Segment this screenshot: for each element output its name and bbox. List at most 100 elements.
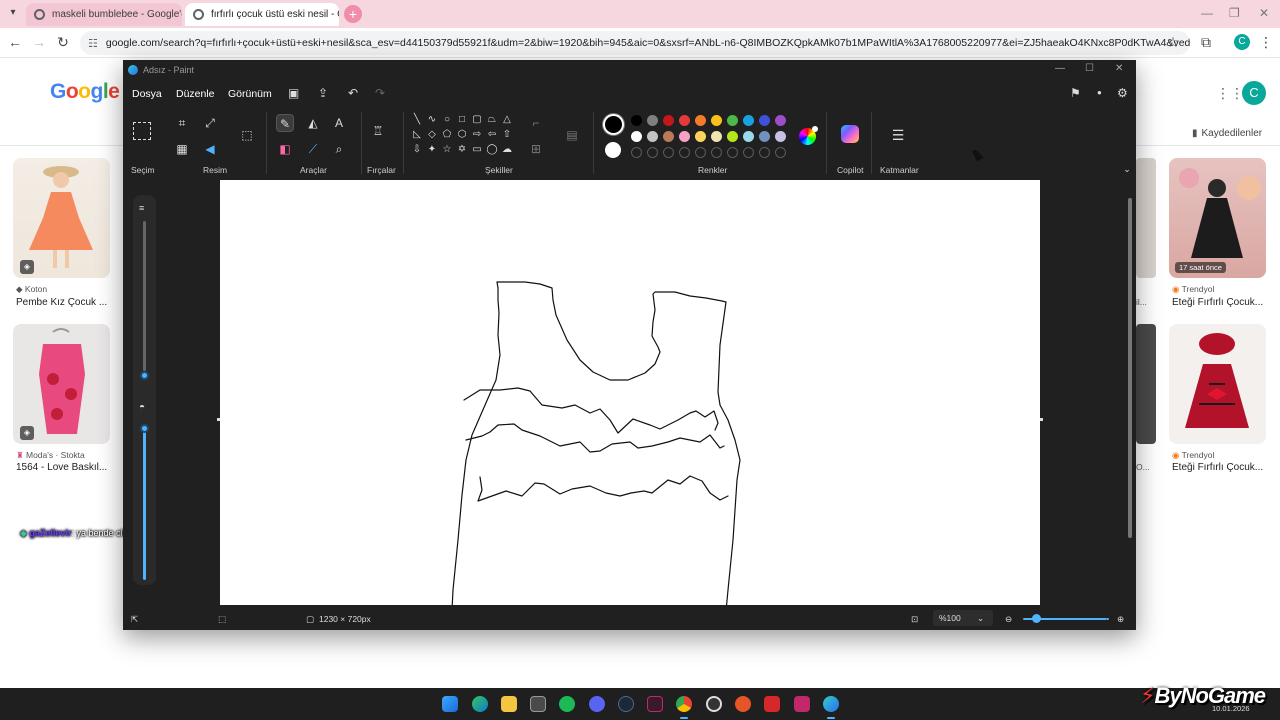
layers-icon[interactable]: ☰ [889, 126, 907, 144]
rectangle-shape-icon[interactable]: □ [456, 114, 468, 126]
color-swatch[interactable] [759, 115, 770, 126]
discord-icon[interactable] [589, 696, 605, 712]
color-swatch[interactable] [695, 115, 706, 126]
microsoft-store-icon[interactable] [530, 696, 546, 712]
size-slider-knob[interactable] [140, 371, 149, 380]
brush-icon[interactable]: ♖ [369, 122, 387, 140]
zoom-out-icon[interactable]: ⊖ [1005, 614, 1012, 625]
copilot-icon[interactable] [841, 125, 859, 143]
color-swatch[interactable] [711, 115, 722, 126]
result-source[interactable]: ◉ Trendyol [1172, 284, 1214, 295]
profile-avatar[interactable]: C [1234, 34, 1250, 50]
custom-color-slot[interactable] [679, 147, 690, 158]
paint-taskbar-icon[interactable] [823, 696, 839, 712]
partial-result-image[interactable] [1136, 324, 1156, 444]
crop-icon[interactable]: ⌗ [173, 114, 191, 132]
canvas-resize-handle[interactable] [217, 418, 220, 421]
size-slider-track[interactable] [143, 221, 146, 371]
custom-color-slot[interactable] [711, 147, 722, 158]
oval-shape-icon[interactable]: ○ [441, 114, 453, 126]
text-tool-icon[interactable]: A [330, 114, 348, 132]
file-explorer-icon[interactable] [501, 696, 517, 712]
back-arrow-icon[interactable]: ← [7, 34, 23, 50]
six-point-star-icon[interactable]: ✡ [456, 144, 468, 156]
right-triangle-shape-icon[interactable]: ◺ [411, 129, 423, 141]
color-swatch[interactable] [663, 115, 674, 126]
five-point-star-icon[interactable]: ☆ [441, 144, 453, 156]
color-swatch[interactable] [711, 131, 722, 142]
opacity-slider-track[interactable] [143, 425, 146, 580]
partial-result-title[interactable]: il... [1136, 297, 1147, 307]
pentagon-shape-icon[interactable]: ⬠ [441, 129, 453, 141]
result-title[interactable]: Eteği Fırfırlı Çocuk... [1172, 297, 1263, 308]
curve-shape-icon[interactable]: ∿ [426, 114, 438, 126]
spotify-icon[interactable] [559, 696, 575, 712]
result-image[interactable] [1169, 158, 1266, 278]
paint-minimize-icon[interactable]: — [1055, 63, 1065, 74]
shape-outline-icon[interactable]: ⌐ [527, 114, 545, 132]
custom-color-slot[interactable] [727, 147, 738, 158]
magnifier-icon[interactable]: ⌕ [330, 140, 348, 158]
opacity-slider-knob[interactable] [140, 424, 149, 433]
partial-result-title[interactable]: O... [1136, 462, 1150, 472]
feedback-icon[interactable]: ⚑ [1070, 86, 1081, 100]
streaming-app-icon[interactable] [764, 696, 780, 712]
rounded-callout-icon[interactable]: ▭ [471, 144, 483, 156]
zoom-slider-knob[interactable] [1032, 614, 1041, 623]
shape-border-size-icon[interactable]: ▤ [563, 126, 581, 144]
color-swatch[interactable] [775, 131, 786, 142]
color-swatch[interactable] [775, 115, 786, 126]
chrome-icon[interactable] [676, 696, 692, 712]
line-shape-icon[interactable]: ╲ [411, 114, 423, 126]
result-image[interactable] [1169, 324, 1266, 444]
shape-fill-icon[interactable]: ⊞ [527, 140, 545, 158]
secondary-color-swatch[interactable] [605, 142, 621, 158]
edit-colors-icon[interactable] [799, 126, 818, 145]
result-source[interactable]: ◉ Trendyol [1172, 450, 1214, 461]
hexagon-shape-icon[interactable]: ⬡ [456, 129, 468, 141]
oval-callout-icon[interactable]: ◯ [486, 144, 498, 156]
canvas-resize-handle[interactable] [1040, 418, 1043, 421]
minimize-icon[interactable]: — [1201, 6, 1213, 20]
rotate-icon[interactable]: ◀ [201, 140, 219, 158]
color-swatch[interactable] [759, 131, 770, 142]
color-swatch[interactable] [727, 115, 738, 126]
google-account-avatar[interactable]: C [1242, 81, 1266, 105]
restore-icon[interactable]: ❐ [1229, 6, 1240, 20]
up-arrow-shape-icon[interactable]: ⇧ [501, 129, 513, 141]
result-title[interactable]: Eteği Fırfırlı Çocuk... [1172, 462, 1263, 473]
color-swatch[interactable] [695, 131, 706, 142]
reload-icon[interactable]: ↻ [55, 34, 71, 50]
color-swatch[interactable] [631, 115, 642, 126]
custom-color-slot[interactable] [759, 147, 770, 158]
custom-color-slot[interactable] [775, 147, 786, 158]
steam-icon[interactable] [618, 696, 634, 712]
menu-view[interactable]: Görünüm [228, 88, 272, 100]
eraser-icon[interactable]: ◧ [276, 140, 294, 158]
windows-start-icon[interactable] [442, 696, 458, 712]
result-title[interactable]: Pembe Kız Çocuk ... [16, 297, 107, 308]
color-swatch[interactable] [631, 131, 642, 142]
ribbon-collapse-icon[interactable]: ⌄ [1118, 160, 1136, 178]
media-player-icon[interactable] [647, 696, 663, 712]
chrome-menu-icon[interactable]: ⋮ [1258, 34, 1274, 50]
close-window-icon[interactable]: ✕ [1259, 6, 1269, 20]
color-swatch[interactable] [663, 131, 674, 142]
result-source[interactable]: ◆ Koton [16, 284, 47, 295]
video-app-icon[interactable] [794, 696, 810, 712]
fill-bucket-icon[interactable]: ◭ [304, 114, 322, 132]
color-swatch[interactable] [647, 131, 658, 142]
saved-link[interactable]: ▮ Kaydedilenler [1192, 128, 1262, 139]
color-picker-icon[interactable]: ⟋ [304, 140, 322, 158]
edge-icon[interactable] [472, 696, 488, 712]
cloud-callout-icon[interactable]: ☁ [501, 144, 513, 156]
forward-arrow-icon[interactable]: → [31, 34, 47, 50]
drawing-canvas[interactable] [220, 180, 1040, 605]
result-source[interactable]: ♜ Moda's · Stokta [16, 450, 85, 461]
redo-icon[interactable]: ↷ [375, 86, 385, 100]
result-title[interactable]: 1564 - Love Baskıl... [16, 462, 107, 473]
image-select-icon[interactable]: ▦ [173, 140, 191, 158]
selection-tool[interactable] [133, 122, 151, 140]
remove-background-icon[interactable]: ⬚ [238, 126, 256, 144]
right-arrow-shape-icon[interactable]: ⇨ [471, 129, 483, 141]
